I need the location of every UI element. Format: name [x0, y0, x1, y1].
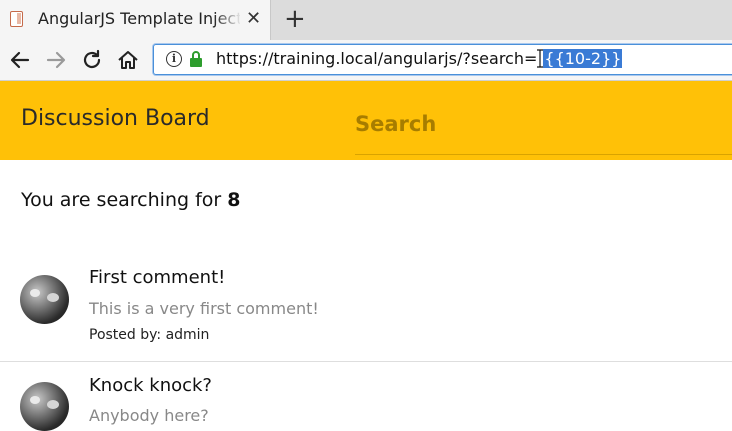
site-info-icon[interactable]: i: [166, 51, 182, 67]
text-cursor-icon: [537, 49, 544, 68]
browser-tab-strip: AngularJS Template Injection ✕ +: [0, 0, 732, 40]
home-icon[interactable]: [116, 48, 140, 72]
comment-title: First comment!: [89, 267, 226, 288]
url-text[interactable]: https://training.local/angularjs/?search…: [216, 49, 623, 68]
browser-navigation-bar: i https://training.local/angularjs/?sear…: [0, 40, 732, 81]
secure-lock-icon[interactable]: [189, 50, 203, 68]
comment-author: Posted by: admin: [89, 327, 210, 343]
url-prefix: https://training.local/angularjs/?search…: [216, 49, 538, 68]
reload-icon[interactable]: [80, 48, 104, 72]
comment-title: Knock knock?: [89, 375, 212, 396]
new-tab-button[interactable]: +: [284, 4, 306, 34]
tab-title: AngularJS Template Injection: [38, 9, 240, 28]
comment-item: First comment! This is a very first comm…: [0, 262, 732, 361]
brand-title[interactable]: Discussion Board: [21, 106, 210, 131]
comment-body: This is a very first comment!: [89, 299, 319, 318]
page-icon: [10, 11, 23, 27]
search-input[interactable]: [355, 112, 732, 136]
url-selected-text: {{10-2}}: [543, 49, 623, 68]
search-underline: [355, 154, 732, 155]
avatar: [20, 275, 69, 324]
browser-tab[interactable]: AngularJS Template Injection ✕: [0, 0, 271, 40]
search-result-text: You are searching for 8: [21, 189, 241, 211]
comment-body: Anybody here?: [89, 406, 209, 425]
comment-item: Knock knock? Anybody here?: [0, 362, 732, 431]
address-bar[interactable]: i https://training.local/angularjs/?sear…: [153, 44, 732, 75]
search-result-prefix: You are searching for: [21, 189, 228, 211]
close-tab-icon[interactable]: ✕: [246, 9, 261, 29]
search-result-value: 8: [227, 189, 241, 211]
forward-arrow-icon[interactable]: [44, 48, 68, 72]
avatar: [20, 382, 69, 431]
app-header: Discussion Board: [0, 81, 732, 160]
back-arrow-icon[interactable]: [8, 48, 32, 72]
